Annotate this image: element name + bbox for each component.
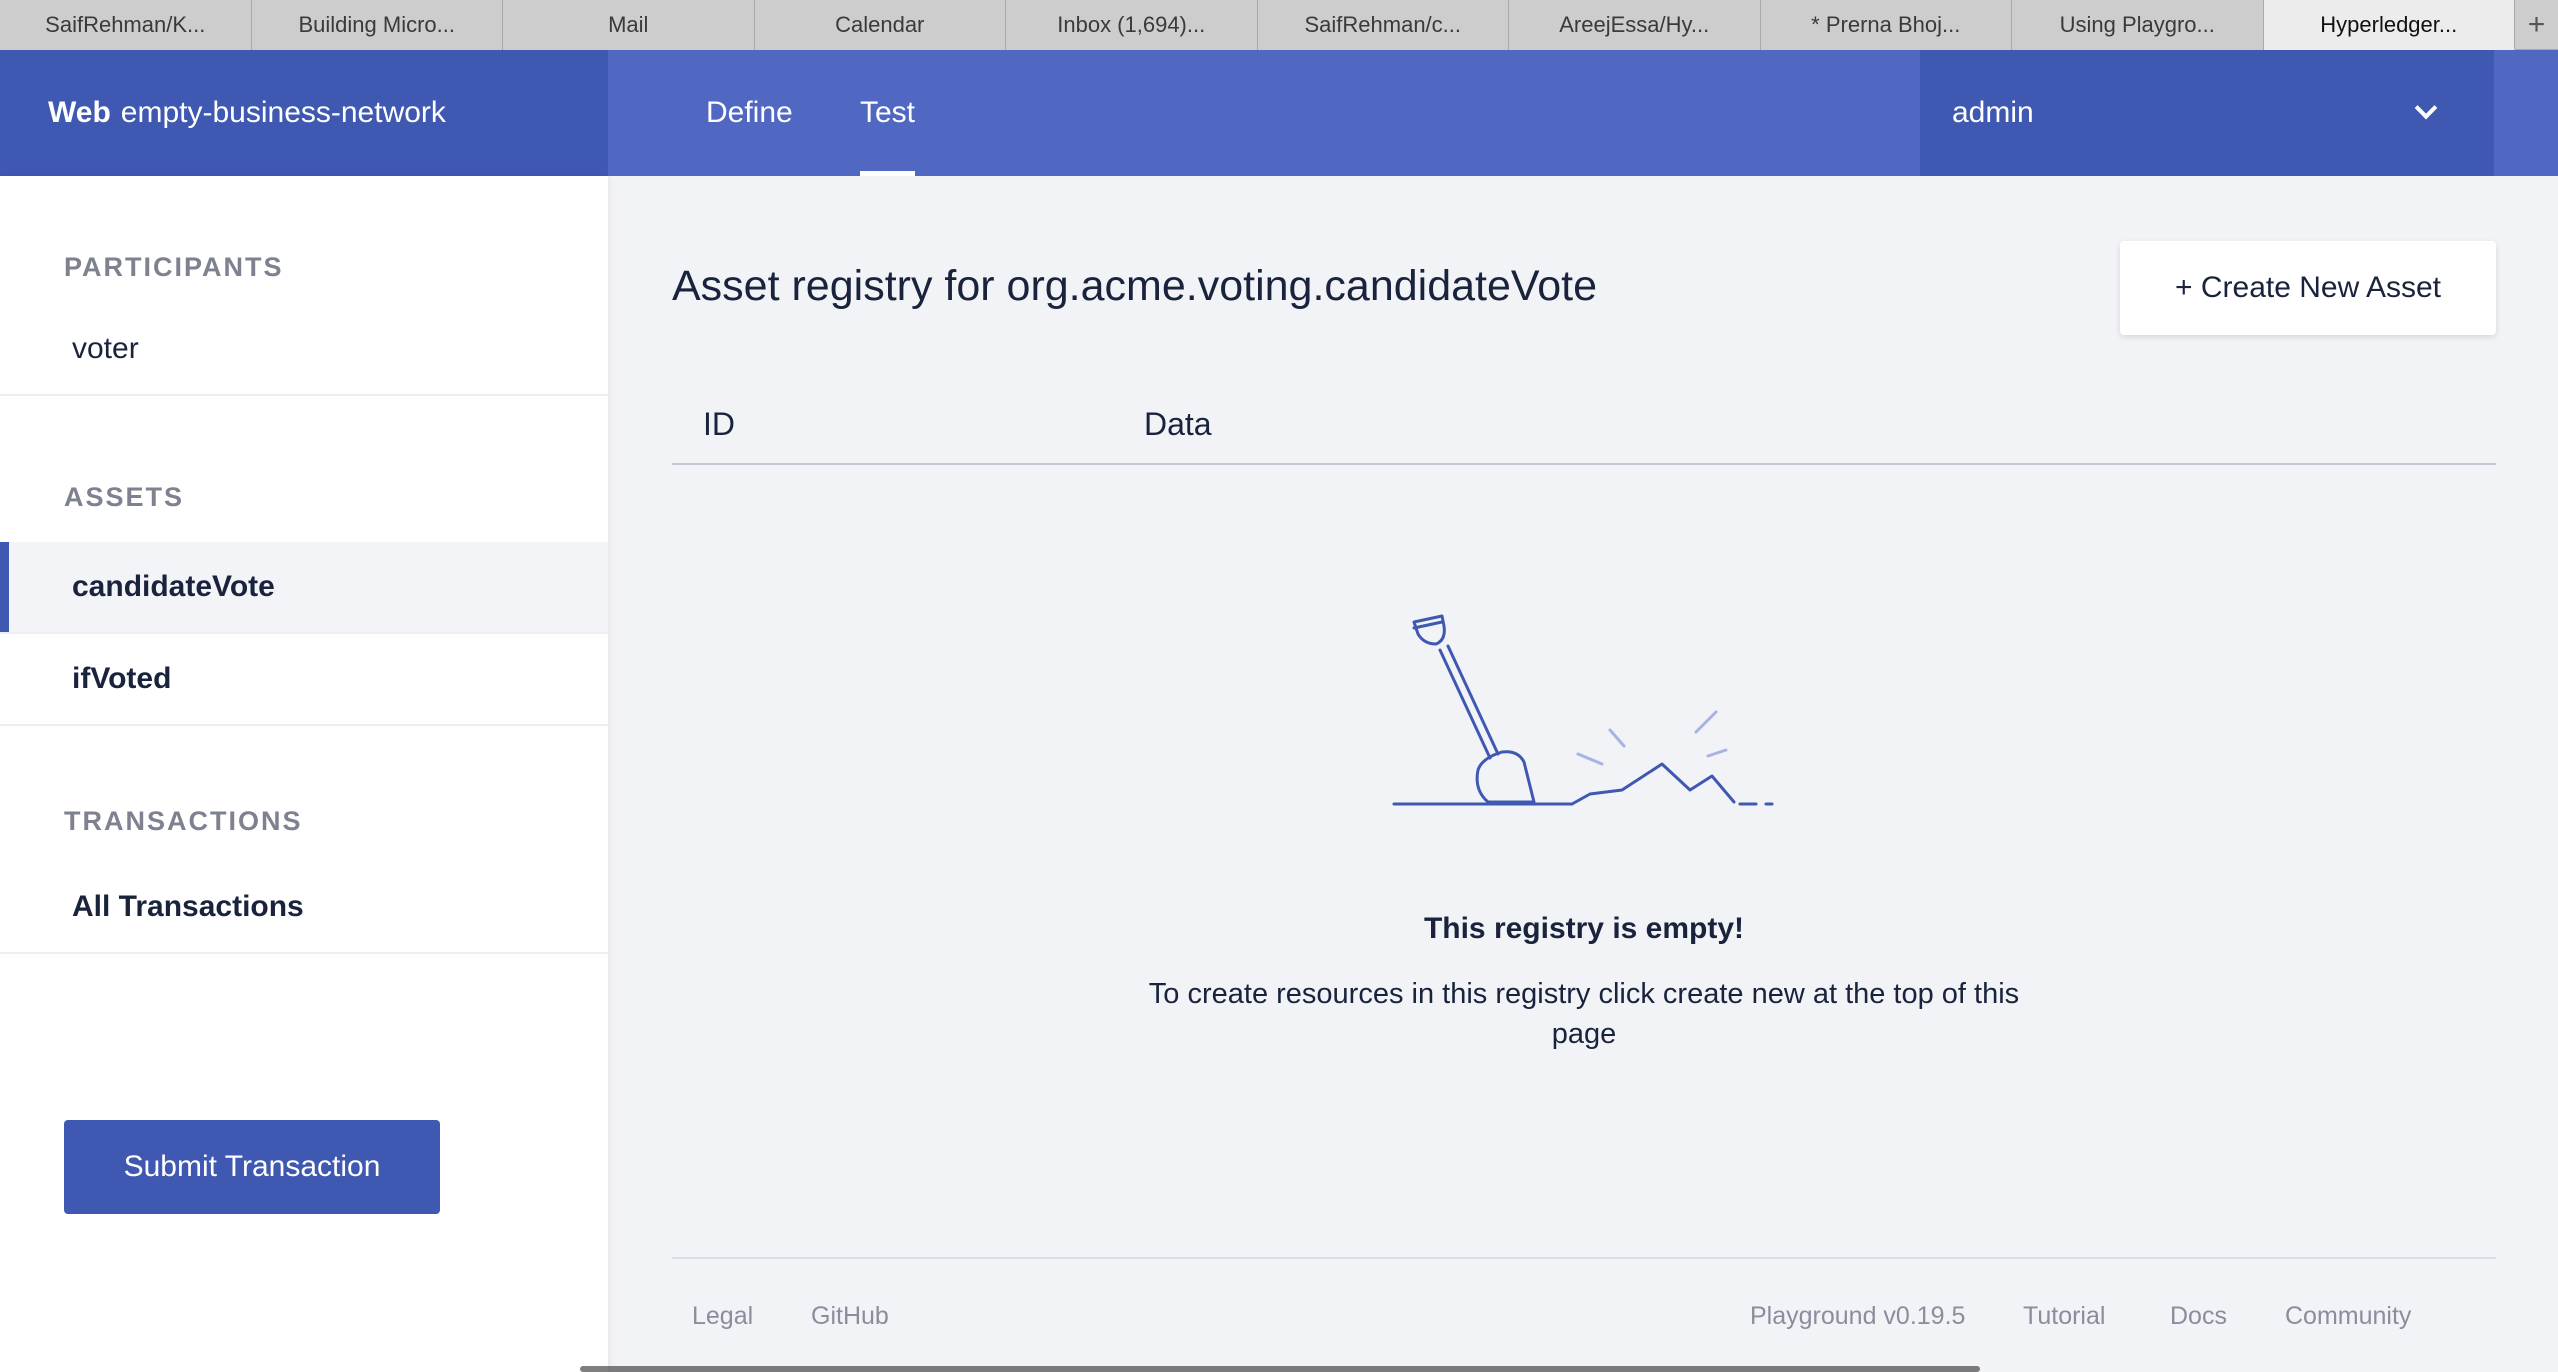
tab-test[interactable]: Test [860, 50, 916, 176]
browser-tab-active[interactable]: Hyperledger... [2263, 0, 2515, 50]
window-bottom-edge [580, 1366, 1980, 1372]
empty-state-description: To create resources in this registry cli… [1148, 978, 2020, 1050]
assets-heading: ASSETS [64, 482, 185, 512]
sidebar-item-voter[interactable]: voter [0, 304, 608, 396]
sidebar-item-all-transactions[interactable]: All Transactions [0, 862, 608, 954]
sidebar-item-candidatevote[interactable]: candidateVote [0, 542, 608, 634]
browser-tab[interactable]: Calendar [754, 0, 1006, 50]
browser-tab[interactable]: Inbox (1,694)... [1006, 0, 1258, 50]
footer-version: Playground v0.19.5 [1750, 1302, 1966, 1330]
browser-tab[interactable]: Using Playgro... [2012, 0, 2264, 50]
tab-define[interactable]: Define [706, 50, 793, 176]
brand-web-label: Web [48, 96, 111, 129]
network-name: empty-business-network [120, 96, 446, 129]
footer-link-legal[interactable]: Legal [692, 1302, 753, 1331]
brand[interactable]: Web empty-business-network [0, 50, 608, 176]
browser-tab[interactable]: Mail [503, 0, 755, 50]
sidebar: PARTICIPANTS voter ASSETS candidateVote … [0, 176, 608, 1372]
browser-tab[interactable]: AreejEssa/Hy... [1509, 0, 1761, 50]
column-header-id: ID [703, 406, 735, 442]
app-header: Web empty-business-network Define Test a… [0, 50, 2558, 176]
chevron-down-icon [2414, 96, 2438, 120]
shovel-illustration [1392, 614, 1774, 806]
footer-link-tutorial[interactable]: Tutorial [2023, 1302, 2105, 1331]
browser-tab[interactable]: SaifRehman/K... [0, 0, 252, 50]
browser-tab[interactable]: * Prerna Bhoj... [1760, 0, 2012, 50]
transactions-heading: TRANSACTIONS [64, 806, 303, 836]
create-new-asset-button[interactable]: + Create New Asset [2120, 241, 2496, 335]
browser-tab[interactable]: SaifRehman/c... [1257, 0, 1509, 50]
sidebar-item-ifvoted[interactable]: ifVoted [0, 634, 608, 726]
page-title: Asset registry for org.acme.voting.candi… [672, 262, 1597, 310]
identity-dropdown[interactable]: admin [1920, 50, 2494, 176]
new-tab-button[interactable]: + [2515, 0, 2558, 49]
footer-link-community[interactable]: Community [2285, 1302, 2411, 1331]
footer-link-docs[interactable]: Docs [2170, 1302, 2227, 1331]
browser-tab-strip: SaifRehman/K... Building Micro... Mail C… [0, 0, 2558, 50]
footer-link-github[interactable]: GitHub [811, 1302, 889, 1331]
footer-divider [672, 1257, 2496, 1259]
browser-tab[interactable]: Building Micro... [251, 0, 503, 50]
table-divider [672, 463, 2496, 465]
empty-state-title: This registry is empty! [1423, 912, 1745, 945]
column-header-data: Data [1144, 406, 1212, 442]
participants-heading: PARTICIPANTS [64, 252, 284, 282]
submit-transaction-button[interactable]: Submit Transaction [64, 1120, 440, 1214]
identity-name: admin [1952, 96, 2034, 129]
